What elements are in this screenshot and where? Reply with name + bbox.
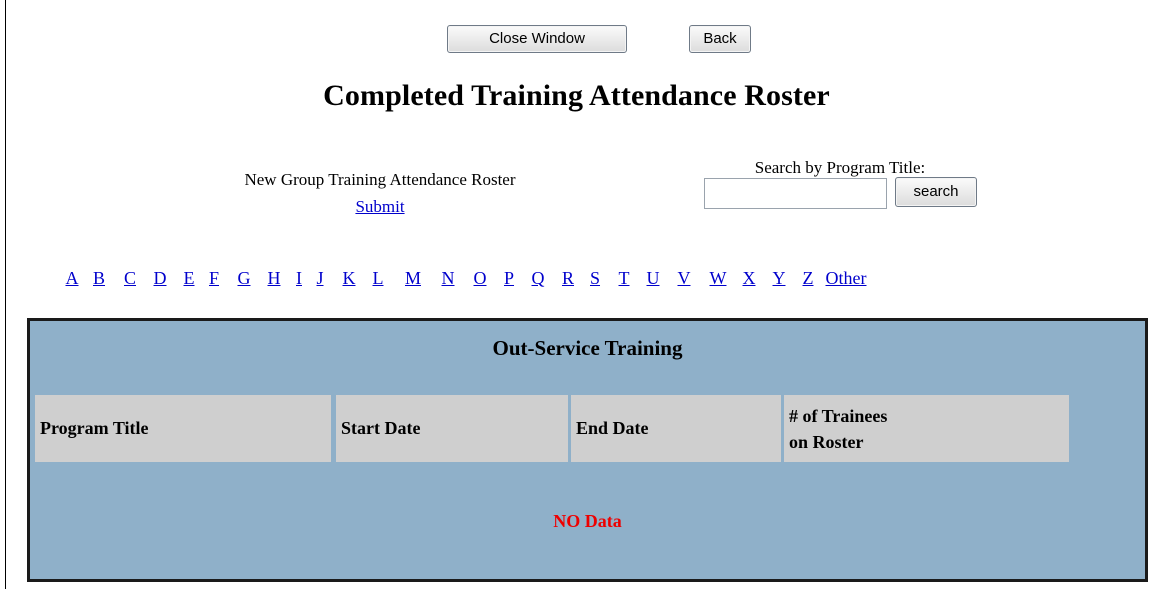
letter-link-e[interactable]: E [184, 268, 195, 289]
letter-link-n[interactable]: N [442, 268, 455, 289]
column-header-label: End Date [576, 418, 649, 438]
page-title: Completed Training Attendance Roster [323, 79, 830, 112]
letter-link-a[interactable]: A [66, 268, 79, 289]
submit-link[interactable]: Submit [190, 197, 570, 217]
letter-link-d[interactable]: D [154, 268, 167, 289]
letter-link-c[interactable]: C [124, 268, 136, 289]
letter-link-f[interactable]: F [209, 268, 219, 289]
letter-link-g[interactable]: G [238, 268, 251, 289]
close-window-button[interactable]: Close Window [447, 25, 627, 53]
no-data-message: NO Data [553, 511, 622, 531]
column-header-program-title: Program Title [35, 395, 331, 462]
search-button[interactable]: search [895, 177, 977, 207]
letter-link-b[interactable]: B [93, 268, 105, 289]
column-header-label: Start Date [341, 418, 421, 438]
letter-link-t[interactable]: T [619, 268, 630, 289]
letter-link-y[interactable]: Y [773, 268, 786, 289]
letter-link-z[interactable]: Z [803, 268, 814, 289]
letter-link-j[interactable]: J [316, 268, 323, 289]
out-service-training-panel: Out-Service Training Program Title Start… [27, 318, 1148, 582]
letter-link-p[interactable]: P [504, 268, 514, 289]
letter-link-u[interactable]: U [647, 268, 660, 289]
letter-link-i[interactable]: I [296, 268, 302, 289]
letter-link-r[interactable]: R [562, 268, 574, 289]
letter-link-o[interactable]: O [474, 268, 487, 289]
letter-link-k[interactable]: K [343, 268, 356, 289]
letter-link-x[interactable]: X [743, 268, 756, 289]
column-header-start-date: Start Date [336, 395, 568, 462]
letter-link-v[interactable]: V [678, 268, 691, 289]
letter-link-l[interactable]: L [373, 268, 384, 289]
letter-link-m[interactable]: M [405, 268, 421, 289]
alphabet-filter: A B C D E F G H I J K L M N O P Q R S T … [0, 268, 1153, 290]
letter-link-w[interactable]: W [710, 268, 727, 289]
letter-link-h[interactable]: H [268, 268, 281, 289]
column-header-end-date: End Date [571, 395, 781, 462]
column-header-label-line1: # of Trainees [789, 406, 888, 426]
column-header-label: Program Title [40, 418, 149, 438]
column-header-trainees: # of Trainees on Roster [784, 395, 1069, 462]
search-label: Search by Program Title: [754, 158, 926, 177]
letter-link-other[interactable]: Other [826, 268, 867, 289]
letter-link-s[interactable]: S [590, 268, 600, 289]
panel-title: Out-Service Training [492, 336, 683, 360]
search-input[interactable] [704, 178, 887, 209]
column-header-label-line2: on Roster [789, 432, 864, 452]
new-roster-label: New Group Training Attendance Roster [244, 170, 516, 189]
letter-link-q[interactable]: Q [532, 268, 545, 289]
back-button[interactable]: Back [689, 25, 751, 53]
